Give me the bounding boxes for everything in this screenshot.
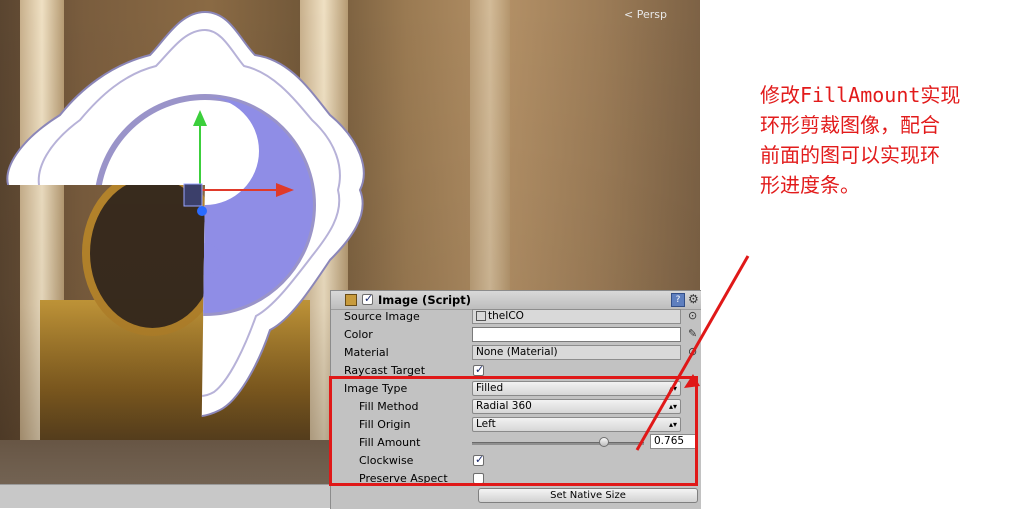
annotation-line: 前面的图可以实现环 xyxy=(760,143,940,167)
fill-amount-slider-thumb[interactable] xyxy=(598,437,609,447)
help-icon[interactable]: ? xyxy=(671,293,685,307)
fill-method-value: Radial 360 xyxy=(476,400,532,412)
scene-bottom-bar xyxy=(0,484,330,508)
fill-origin-label: Fill Origin xyxy=(359,418,411,431)
dropdown-arrow-icon: ▴▾ xyxy=(668,420,677,429)
material-label: Material xyxy=(344,346,389,359)
fill-method-label: Fill Method xyxy=(359,400,419,413)
material-field[interactable]: None (Material) xyxy=(472,345,681,360)
raycast-target-label: Raycast Target xyxy=(344,364,426,377)
image-type-label: Image Type xyxy=(344,382,408,395)
set-native-size-button[interactable]: Set Native Size xyxy=(478,488,698,503)
inspector-panel: ✓ Image (Script) ? ⚙ Source Image theICO… xyxy=(330,290,701,509)
source-image-label: Source Image xyxy=(344,310,420,323)
component-title: Image (Script) xyxy=(378,293,472,307)
component-header[interactable]: ✓ Image (Script) ? ⚙ xyxy=(331,291,701,310)
gizmo-center-handle xyxy=(183,183,203,207)
eyedropper-icon[interactable]: ✎ xyxy=(688,327,697,340)
fill-method-dropdown[interactable]: Radial 360 ▴▾ xyxy=(472,399,681,414)
dropdown-arrow-icon: ▴▾ xyxy=(668,384,677,393)
target-icon[interactable]: ⊙ xyxy=(688,309,697,322)
fill-amount-slider-track[interactable] xyxy=(472,442,644,445)
annotation-text: 修改FillAmount实现 环形剪裁图像，配合 前面的图可以实现环 形进度条。 xyxy=(760,80,1000,200)
fill-amount-label: Fill Amount xyxy=(359,436,421,449)
gizmo-pivot-icon xyxy=(197,206,207,216)
source-image-field[interactable]: theICO xyxy=(472,309,681,324)
annotation-line: 修改FillAmount实现 xyxy=(760,83,961,107)
dropdown-arrow-icon: ▴▾ xyxy=(668,402,677,411)
annotation-line: 环形剪裁图像，配合 xyxy=(760,113,940,137)
preserve-aspect-checkbox[interactable] xyxy=(473,473,484,484)
component-enabled-checkbox[interactable]: ✓ xyxy=(362,292,373,305)
image-type-value: Filled xyxy=(476,382,504,394)
persp-label[interactable]: < Persp xyxy=(624,8,667,21)
clockwise-label: Clockwise xyxy=(359,454,414,467)
gear-icon[interactable]: ⚙ xyxy=(688,292,699,306)
annotation-line: 形进度条。 xyxy=(760,173,860,197)
source-image-value: theICO xyxy=(488,310,524,322)
clockwise-checkbox[interactable]: ✓ xyxy=(473,453,484,466)
image-component-icon xyxy=(345,294,357,306)
target-icon[interactable]: ⊙ xyxy=(688,345,697,358)
persp-label-text: Persp xyxy=(636,8,667,21)
fill-origin-dropdown[interactable]: Left ▴▾ xyxy=(472,417,681,432)
raycast-target-checkbox[interactable]: ✓ xyxy=(473,363,484,376)
preserve-aspect-label: Preserve Aspect xyxy=(359,472,448,485)
fill-amount-input[interactable]: 0.765 xyxy=(650,434,698,449)
fill-origin-value: Left xyxy=(476,418,496,430)
color-label: Color xyxy=(344,328,373,341)
image-type-dropdown[interactable]: Filled ▴▾ xyxy=(472,381,681,396)
color-field[interactable] xyxy=(472,327,681,342)
sprite-icon xyxy=(476,311,486,321)
